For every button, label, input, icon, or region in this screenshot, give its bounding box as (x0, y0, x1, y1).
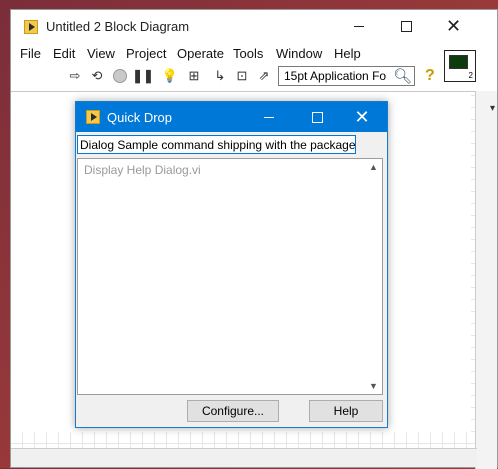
dialog-close-button[interactable]: ✕ (340, 102, 384, 132)
menu-tools[interactable]: Tools (233, 46, 263, 61)
retain-wire-values-icon[interactable]: ⊞ (186, 68, 202, 84)
run-arrow-icon[interactable]: ⇨ (67, 68, 83, 84)
quick-drop-search-input[interactable]: Dialog Sample command shipping with the … (77, 135, 356, 154)
dialog-title: Quick Drop (107, 110, 173, 125)
maximize-icon (311, 111, 323, 123)
window-title: Untitled 2 Block Diagram (46, 19, 190, 34)
step-over-icon[interactable]: ⊡ (234, 68, 250, 84)
right-scroll-area[interactable] (475, 91, 497, 469)
step-into-icon[interactable]: ↳ (212, 68, 228, 84)
vi-connector-icon[interactable]: 2 (444, 50, 476, 82)
menu-edit[interactable]: Edit (53, 46, 75, 61)
context-help-icon[interactable]: ? (425, 67, 435, 85)
abort-icon[interactable] (112, 68, 128, 84)
minimize-icon (264, 116, 274, 118)
run-continuously-icon[interactable]: ⟲ (89, 68, 105, 84)
menu-view[interactable]: View (87, 46, 115, 61)
help-button[interactable]: Help (309, 400, 383, 422)
window-titlebar[interactable]: Untitled 2 Block Diagram ✕ (11, 10, 497, 42)
scroll-down-icon[interactable]: ▼ (369, 381, 378, 391)
toolbar: ⇨ ⟲ ❚❚ 💡 ⊞ ↳ ⊡ ⇗ 15pt Application Fo 🔍︎ … (11, 64, 497, 90)
close-icon: ✕ (445, 16, 462, 36)
minimize-button[interactable] (336, 10, 381, 42)
labview-vi-icon (24, 20, 38, 34)
font-selector-value: 15pt Application Fo (284, 69, 387, 83)
highlight-execution-icon[interactable]: 💡 (162, 68, 178, 84)
menu-project[interactable]: Project (126, 46, 166, 61)
step-out-icon[interactable]: ⇗ (256, 68, 272, 84)
menu-operate[interactable]: Operate (177, 46, 224, 61)
menu-window[interactable]: Window (276, 46, 322, 61)
maximize-button[interactable] (384, 10, 429, 42)
dialog-titlebar[interactable]: Quick Drop ✕ (76, 102, 387, 132)
list-item[interactable]: Display Help Dialog.vi (84, 163, 201, 177)
quick-drop-dialog: Quick Drop ✕ Dialog Sample command shipp… (75, 101, 388, 428)
close-button[interactable]: ✕ (431, 10, 476, 42)
list-scrollbar[interactable]: ▲ ▼ (367, 159, 382, 394)
menu-bar: File Edit View Project Operate Tools Win… (11, 43, 497, 63)
maximize-icon (401, 20, 412, 32)
scroll-up-icon[interactable]: ▲ (369, 162, 378, 172)
configure-button[interactable]: Configure... (187, 400, 279, 422)
palette-dropdown-icon[interactable]: ▾ (490, 103, 495, 114)
menu-file[interactable]: File (20, 46, 41, 61)
vi-icon-number: 2 (468, 71, 473, 80)
minimize-icon (353, 25, 364, 27)
font-selector[interactable]: 15pt Application Fo 🔍︎ (278, 66, 415, 86)
bottom-scrollbar[interactable] (11, 448, 477, 467)
pause-icon[interactable]: ❚❚ (132, 68, 154, 84)
dialog-minimize-button[interactable] (247, 102, 291, 132)
dialog-maximize-button[interactable] (295, 102, 339, 132)
close-icon: ✕ (354, 107, 370, 127)
menu-help[interactable]: Help (334, 46, 361, 61)
quick-drop-results-list[interactable]: Display Help Dialog.vi ▲ ▼ (77, 158, 383, 395)
vi-icon-screen (449, 55, 468, 69)
search-icon: 🔍︎ (392, 68, 412, 85)
labview-quickdrop-icon (86, 110, 100, 124)
